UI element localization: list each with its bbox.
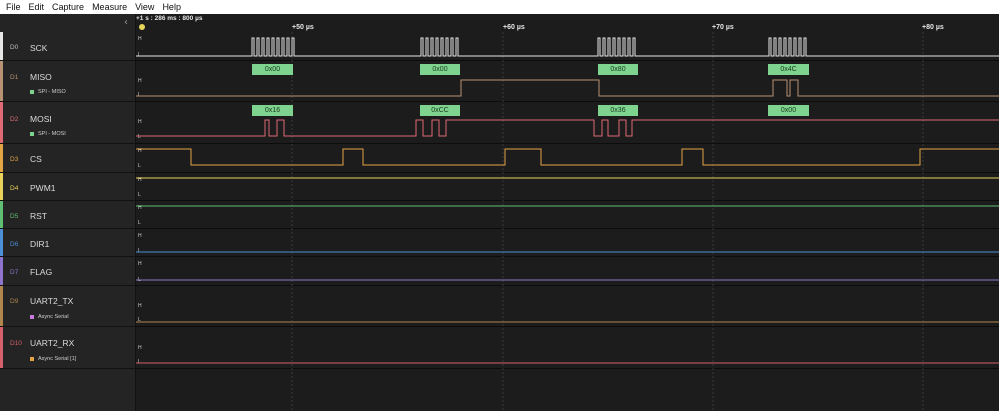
decoded-frame-miso[interactable]: 0x4C [768,64,809,75]
channel-color-bar [0,229,3,256]
channel-name: UART2_TX [30,296,74,306]
channel-name: RST [30,211,47,221]
channel-color-bar [0,257,3,285]
analyzer-name: SPI - MOSI [38,131,66,137]
menu-help[interactable]: Help [162,0,181,14]
channel-name: MISO [30,72,52,82]
channel-name: PWM1 [30,183,56,193]
channel-index: D2 [10,116,19,123]
decoded-frame-miso[interactable]: 0x00 [420,64,460,75]
channel-color-bar [0,61,3,101]
analyzer-label-async-serial[interactable]: Async Serial [30,314,69,320]
channel-color-bar [0,286,3,326]
channel-row-uart2-tx[interactable]: D9 UART2_TX Async Serial [0,286,136,327]
analyzer-label-spi-mosi[interactable]: SPI - MOSI [30,131,66,137]
channel-name: UART2_RX [30,338,75,348]
decoded-frame-miso[interactable]: 0x00 [252,64,293,75]
decoded-frame-mosi[interactable]: 0x00 [768,105,809,116]
decoded-frame-mosi[interactable]: 0xCC [420,105,460,116]
analyzer-name: Async Serial [1] [38,356,77,362]
channel-color-bar [0,32,3,60]
menu-capture[interactable]: Capture [52,0,84,14]
time-gridlines [291,32,924,411]
channel-index: D5 [10,213,19,220]
channel-row-rst[interactable]: D5 RST [0,201,136,229]
waveform-canvas[interactable]: +1 s : 286 ms : 800 µs +50 µs +60 µs +70… [136,14,999,411]
channel-row-cs[interactable]: D3 CS [0,144,136,173]
channel-name: DIR1 [30,239,50,249]
channel-color-bar [0,327,3,368]
channel-row-sck[interactable]: D0 SCK [0,32,136,61]
channel-index: D6 [10,241,19,248]
channel-color-bar [0,173,3,200]
collapse-sidebar-icon[interactable]: ‹ [124,17,128,28]
analyzer-color-icon [30,132,34,136]
miso-trace [136,79,999,97]
analyzer-name: SPI - MISO [38,89,66,95]
channel-color-bar [0,201,3,228]
channel-row-miso[interactable]: D1 MISO SPI - MISO [0,61,136,102]
analyzer-label-spi-miso[interactable]: SPI - MISO [30,89,66,95]
analyzer-color-icon [30,315,34,319]
channel-index: D1 [10,74,19,81]
channel-row-mosi[interactable]: D2 MOSI SPI - MOSI [0,102,136,144]
channel-color-bar [0,102,3,143]
channel-color-bar [0,144,3,172]
channel-name: SCK [30,43,48,53]
channel-row-dir1[interactable]: D6 DIR1 [0,229,136,257]
cs-trace [136,148,999,166]
sidebar-header: ‹ [0,14,136,32]
channel-row-pwm1[interactable]: D4 PWM1 [0,173,136,201]
decoded-frame-miso[interactable]: 0x80 [598,64,638,75]
channel-index: D0 [10,44,19,51]
channel-index: D4 [10,185,19,192]
analyzer-name: Async Serial [38,314,69,320]
channel-name: CS [30,154,42,164]
menu-measure[interactable]: Measure [92,0,127,14]
analyzer-label-async-serial-1[interactable]: Async Serial [1] [30,356,76,362]
channel-sidebar: ‹ D0 SCK D1 MISO SPI - MISO D2 MOSI SPI … [0,14,136,411]
channel-index: D9 [10,298,19,305]
mosi-trace [136,119,999,137]
channel-index: D7 [10,269,19,276]
analyzer-color-icon [30,357,34,361]
channel-index: D10 [10,340,22,347]
decoded-frame-mosi[interactable]: 0x36 [598,105,638,116]
channel-name: MOSI [30,114,52,124]
channel-row-flag[interactable]: D7 FLAG [0,257,136,286]
channel-row-uart2-rx[interactable]: D10 UART2_RX Async Serial [1] [0,327,136,369]
channel-name: FLAG [30,267,53,277]
menu-view[interactable]: View [135,0,154,14]
menu-bar: File Edit Capture Measure View Help [0,0,999,14]
menu-file[interactable]: File [6,0,21,14]
menu-edit[interactable]: Edit [29,0,45,14]
channel-index: D3 [10,156,19,163]
sck-trace [136,37,999,57]
analyzer-color-icon [30,90,34,94]
decoded-frame-mosi[interactable]: 0x16 [252,105,293,116]
